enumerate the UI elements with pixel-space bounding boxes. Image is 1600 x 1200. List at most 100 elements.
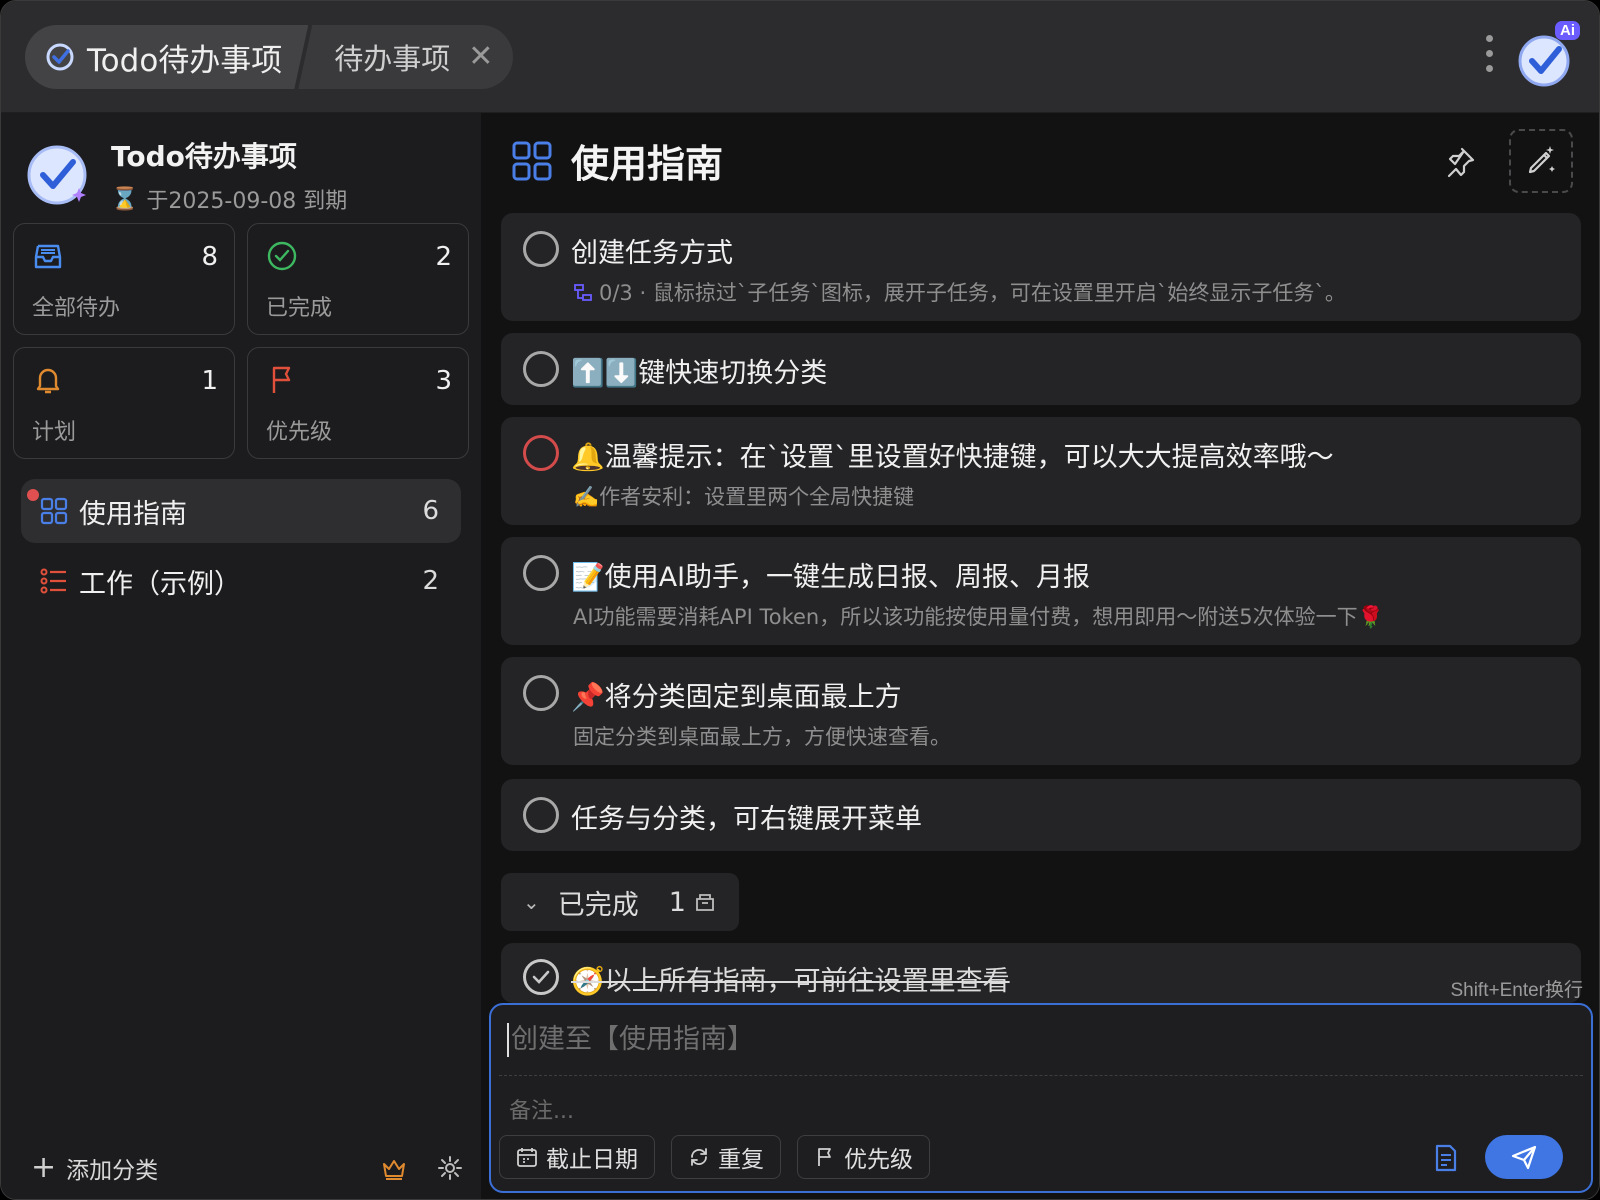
profile[interactable]: Todo待办事项 ⌛ 于2025-09-08 到期 (25, 135, 347, 215)
subtask-icon (574, 284, 592, 301)
task-checkbox[interactable] (523, 797, 559, 833)
priority-button[interactable]: 优先级 (797, 1135, 930, 1179)
sidebar-footer: + 添加分类 (31, 1151, 463, 1185)
task-note: ✍️作者安利：设置里两个全局快捷键 (573, 485, 915, 509)
sidebar-item-work[interactable]: 工作（示例） 2 (21, 549, 461, 613)
stat-all[interactable]: 8 全部待办 (13, 223, 235, 335)
task-title: 🧭以上所有指南，可前往设置里查看 (571, 966, 1010, 997)
chevron-down-icon: ⌄ (523, 890, 540, 914)
gear-icon[interactable] (437, 1155, 463, 1181)
repeat-button[interactable]: 重复 (671, 1135, 781, 1179)
plus-icon: + (31, 1150, 57, 1185)
task-item[interactable]: 📌将分类固定到桌面最上方 固定分类到桌面最上方，方便快速查看。 (501, 657, 1581, 765)
stat-done[interactable]: 2 已完成 (247, 223, 469, 335)
task-note-input[interactable]: 备注... (509, 1093, 574, 1125)
main-panel: 使用指南 创建任务方式 0/3 · 鼠标掠过`子任务`图标，展开子任务，可在设置… (481, 113, 1599, 1199)
stat-all-count: 8 (201, 242, 218, 272)
page-title: 使用指南 (571, 142, 724, 186)
check-icon (532, 970, 550, 984)
check-circle-icon (267, 241, 297, 271)
task-title: 创建任务方式 (571, 238, 733, 269)
task-item[interactable]: ⬆️⬇️键快速切换分类 (501, 333, 1581, 405)
completed-group-count: 1 (668, 886, 686, 918)
sidebar-item-guide[interactable]: 使用指南 6 (21, 479, 461, 543)
flag-icon (818, 1148, 831, 1166)
tab-todos-label: 待办事项 (334, 42, 451, 76)
due-date-label: 截止日期 (546, 1147, 638, 1173)
stat-priority-count: 3 (435, 366, 452, 396)
stat-done-label: 已完成 (266, 296, 333, 321)
task-note-text: 0/3 · 鼠标掠过`子任务`图标，展开子任务，可在设置里开启`始终显示子任务`… (599, 281, 1346, 305)
composer-divider (499, 1075, 1583, 1076)
send-button[interactable] (1485, 1135, 1563, 1179)
completed-task-item[interactable]: 🧭以上所有指南，可前往设置里查看 (501, 943, 1581, 1003)
sidebar-item-count: 6 (422, 496, 439, 526)
grid-icon (40, 497, 68, 525)
newline-hint: Shift+Enter换行 (1450, 980, 1583, 1001)
send-icon (1511, 1145, 1537, 1170)
task-note: 0/3 · 鼠标掠过`子任务`图标，展开子任务，可在设置里开启`始终显示子任务`… (573, 277, 1346, 307)
task-composer: 创建至【使用指南】 备注... 截止日期 重复 优先级 (489, 1003, 1593, 1193)
more-menu-icon[interactable] (1483, 35, 1495, 79)
expiry-label: 于2025-09-08 到期 (146, 189, 348, 214)
bell-icon (36, 368, 60, 394)
due-date-button[interactable]: 截止日期 (499, 1135, 655, 1179)
stat-planned-label: 计划 (32, 420, 77, 445)
stat-priority[interactable]: 3 优先级 (247, 347, 469, 459)
magic-pen-icon (1528, 146, 1555, 174)
add-category-label: 添加分类 (66, 1158, 159, 1184)
list-icon (40, 568, 66, 594)
task-item[interactable]: 任务与分类，可右键展开菜单 (501, 779, 1581, 851)
priority-label: 优先级 (844, 1147, 913, 1173)
repeat-label: 重复 (718, 1147, 764, 1173)
task-checkbox[interactable] (523, 675, 559, 711)
profile-name: Todo待办事项 (111, 140, 297, 173)
task-title-input[interactable]: 创建至【使用指南】 (507, 1023, 754, 1057)
crown-icon[interactable] (381, 1155, 407, 1181)
tab-app-label: Todo待办事项 (87, 42, 283, 79)
tab-strip: Todo待办事项 待办事项 ✕ (25, 25, 514, 89)
repeat-icon (691, 1148, 707, 1166)
expiry-text: ⌛ 于2025-09-08 到期 (111, 183, 347, 215)
stat-planned[interactable]: 1 计划 (13, 347, 235, 459)
task-item[interactable]: 创建任务方式 0/3 · 鼠标掠过`子任务`图标，展开子任务，可在设置里开启`始… (501, 213, 1581, 321)
grid-icon (512, 141, 552, 180)
task-checkbox[interactable] (523, 231, 559, 267)
ai-assistant-button[interactable]: Ai (1516, 21, 1582, 91)
task-item[interactable]: 🔔温馨提示：在`设置`里设置好快捷键，可以大大提高效率哦～ ✍️作者安利：设置里… (501, 417, 1581, 525)
document-icon[interactable] (1431, 1143, 1461, 1173)
app-logo-icon (27, 145, 87, 205)
task-note: 固定分类到桌面最上方，方便快速查看。 (573, 725, 951, 749)
flag-icon (272, 366, 291, 393)
completed-group-toggle[interactable]: ⌄ 已完成 1 (501, 873, 739, 931)
app-logo-icon (45, 42, 75, 72)
main-header: 使用指南 (511, 133, 723, 188)
task-title: 📝使用AI助手，一键生成日报、周报、月报 (571, 562, 1091, 593)
close-icon[interactable]: ✕ (468, 42, 493, 72)
task-checkbox-checked[interactable] (523, 959, 559, 995)
add-category-button[interactable]: + 添加分类 (31, 1151, 351, 1185)
task-checkbox[interactable] (523, 555, 559, 591)
stat-all-label: 全部待办 (32, 296, 121, 321)
title-bar: Todo待办事项 待办事项 ✕ Ai (1, 1, 1599, 113)
tab-app[interactable]: Todo待办事项 (25, 25, 308, 89)
unread-dot (27, 489, 39, 501)
sidebar-item-label: 工作（示例） (79, 568, 241, 600)
task-title: 🔔温馨提示：在`设置`里设置好快捷键，可以大大提高效率哦～ (571, 442, 1334, 473)
hourglass-icon: ⌛ (111, 186, 139, 212)
ai-edit-button[interactable] (1509, 129, 1573, 193)
ai-badge: Ai (1555, 21, 1580, 40)
pin-icon[interactable] (1443, 145, 1477, 179)
task-title: 📌将分类固定到桌面最上方 (571, 682, 902, 713)
task-checkbox[interactable] (523, 351, 559, 387)
task-checkbox[interactable] (523, 435, 559, 471)
task-title: 任务与分类，可右键展开菜单 (571, 804, 922, 835)
completed-group-label: 已完成 (557, 889, 639, 921)
task-title: ⬆️⬇️键快速切换分类 (571, 358, 828, 389)
inbox-icon (34, 244, 62, 269)
stat-done-count: 2 (435, 242, 452, 272)
task-item[interactable]: 📝使用AI助手，一键生成日报、周报、月报 AI功能需要消耗API Token，所… (501, 537, 1581, 645)
stat-priority-label: 优先级 (266, 420, 333, 445)
tab-todos[interactable]: 待办事项 ✕ (298, 25, 514, 89)
sidebar-item-label: 使用指南 (79, 498, 187, 530)
